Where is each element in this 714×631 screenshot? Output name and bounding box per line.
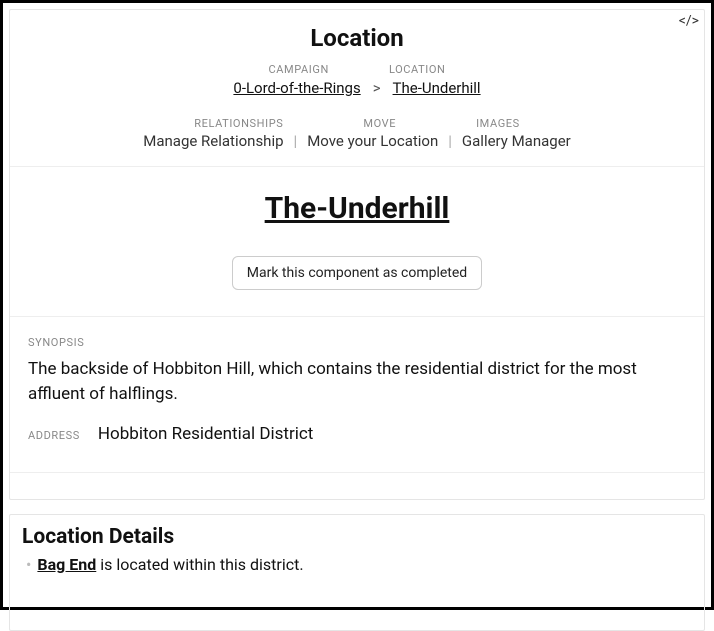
action-labels-row: Relationships Move Images — [20, 117, 694, 130]
gallery-manager-link[interactable]: Gallery Manager — [462, 132, 571, 150]
bullet-icon: • — [26, 555, 31, 574]
page-title: Location — [20, 24, 694, 52]
address-label: Address — [28, 429, 80, 442]
address-row: Address Hobbiton Residential District — [28, 424, 686, 450]
breadcrumb-location-link[interactable]: The-Underhill — [393, 79, 481, 97]
breadcrumb-separator: > — [373, 79, 381, 97]
breadcrumb-labels: Campaign Location — [20, 58, 694, 77]
action-links-row: Manage Relationship | Move your Location… — [20, 132, 694, 150]
address-value: Hobbiton Residential District — [98, 424, 313, 444]
content-section: Synopsis The backside of Hobbiton Hill, … — [10, 317, 704, 473]
item-title[interactable]: The-Underhill — [265, 191, 450, 226]
details-card: Location Details • Bag End is located wi… — [9, 514, 705, 631]
images-label: Images — [476, 117, 520, 130]
action-separator: | — [294, 132, 298, 150]
relationships-label: Relationships — [194, 117, 283, 130]
location-label: Location — [389, 63, 446, 76]
main-card: Location Campaign Location 0-Lord-of-the… — [9, 9, 705, 500]
campaign-label: Campaign — [268, 63, 328, 76]
bag-end-link[interactable]: Bag End — [37, 555, 96, 574]
synopsis-label: Synopsis — [28, 336, 84, 349]
card-footer-strip — [10, 473, 704, 499]
mark-completed-button[interactable]: Mark this component as completed — [232, 256, 482, 290]
action-separator: | — [448, 132, 452, 150]
breadcrumb-campaign-link[interactable]: 0-Lord-of-the-Rings — [233, 79, 360, 97]
synopsis-text: The backside of Hobbiton Hill, which con… — [28, 357, 686, 406]
details-heading: Location Details — [22, 525, 692, 549]
list-item: • Bag End is located within this distric… — [22, 555, 692, 574]
manage-relationship-link[interactable]: Manage Relationship — [143, 132, 283, 150]
breadcrumb: 0-Lord-of-the-Rings > The-Underhill — [20, 79, 694, 97]
title-section: The-Underhill Mark this component as com… — [10, 166, 704, 317]
header-section: Location Campaign Location 0-Lord-of-the… — [10, 10, 704, 166]
bullet-text: is located within this district. — [96, 555, 303, 574]
code-icon[interactable]: </> — [679, 13, 699, 29]
move-label: Move — [363, 117, 396, 130]
move-location-link[interactable]: Move your Location — [307, 132, 438, 150]
